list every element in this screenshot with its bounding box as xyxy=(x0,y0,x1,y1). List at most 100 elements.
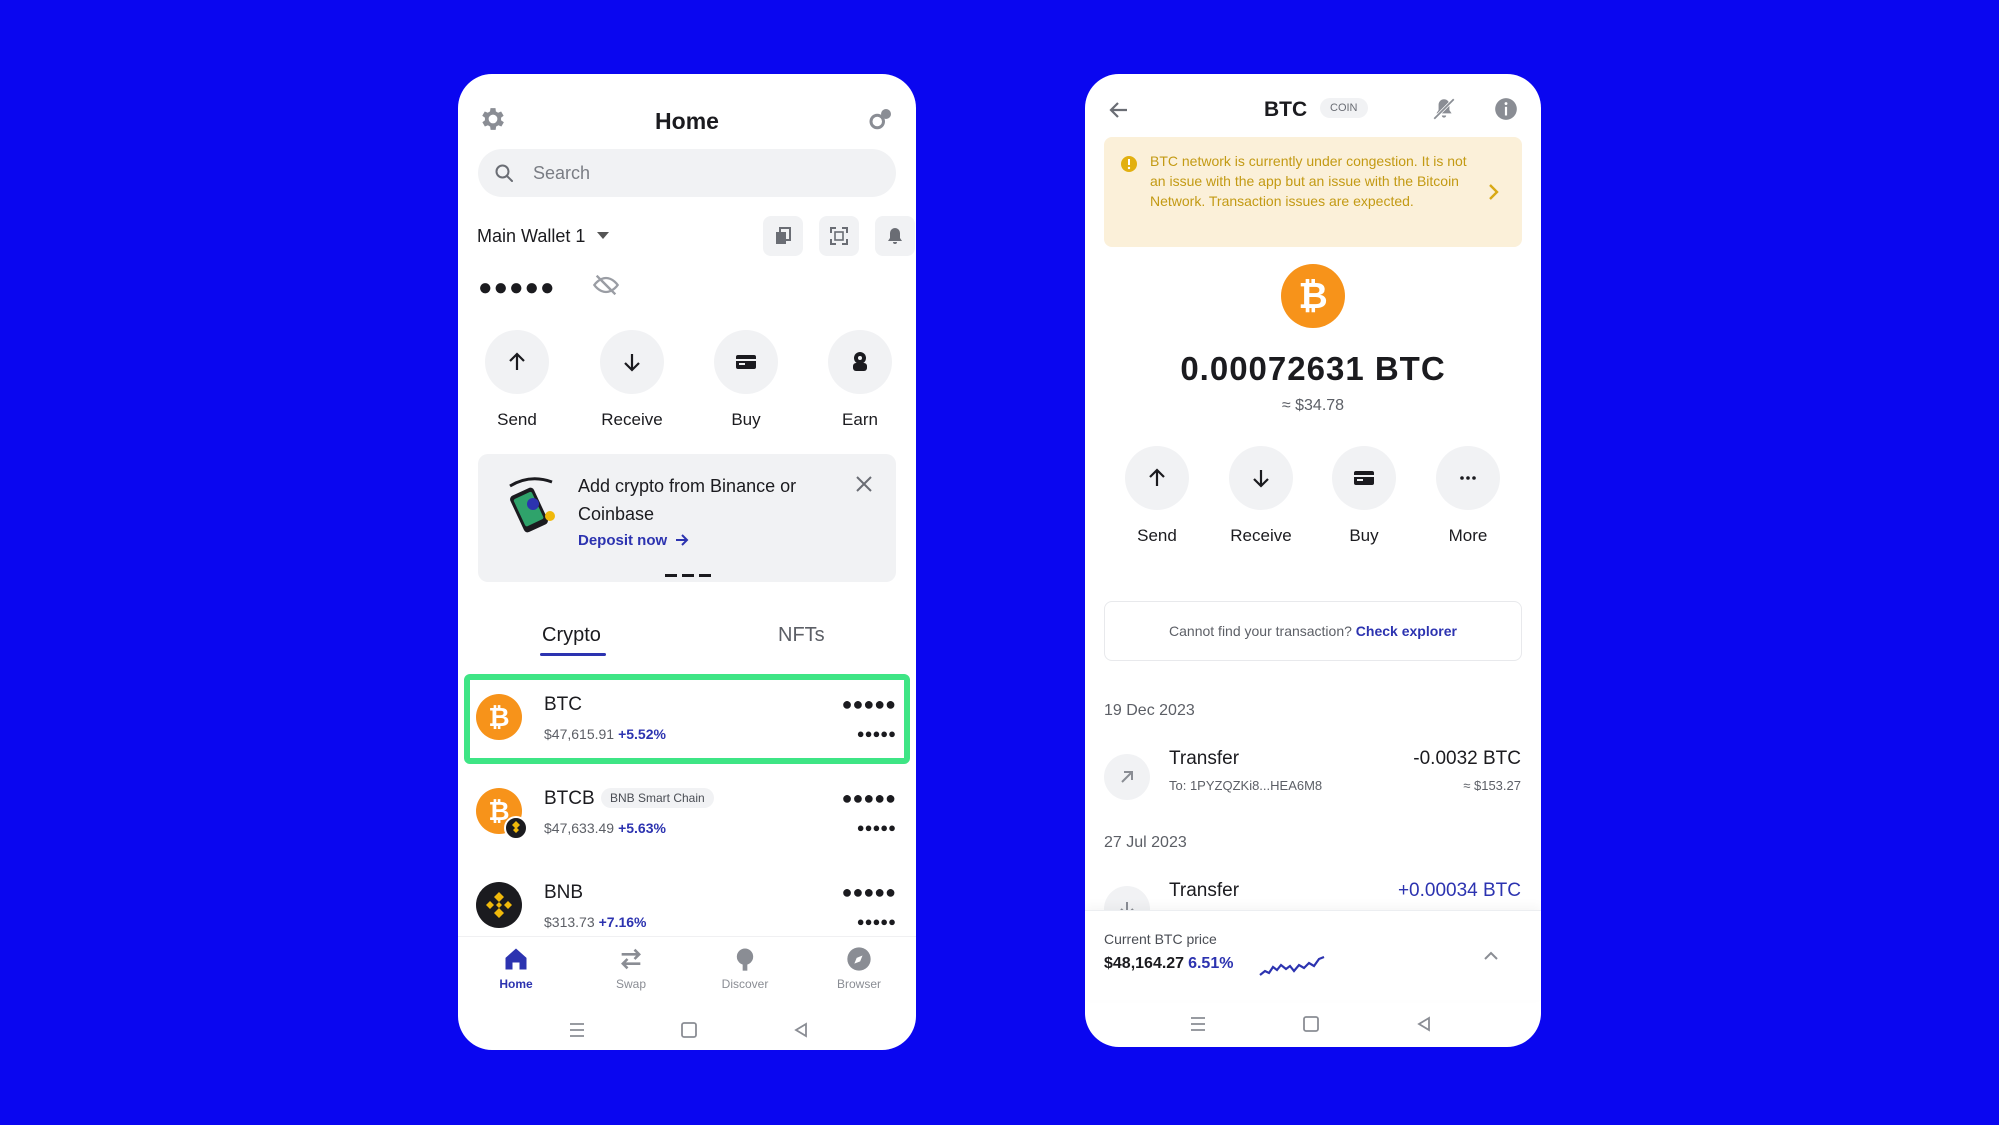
home-screen: Home Search Main Wallet 1 ●●●●● Send Rec… xyxy=(458,74,916,1050)
system-home-icon[interactable] xyxy=(680,1022,698,1038)
asset-change: +7.16% xyxy=(598,914,647,930)
send-button[interactable]: Send xyxy=(1112,446,1202,546)
receive-circle[interactable] xyxy=(1229,446,1293,510)
promo-banner[interactable]: Add crypto from Binance or Coinbase Depo… xyxy=(478,454,896,582)
system-back-icon[interactable] xyxy=(792,1022,810,1038)
buy-button[interactable]: Buy xyxy=(701,330,791,430)
arrow-down-icon xyxy=(624,354,640,372)
home-header: Home xyxy=(458,88,916,138)
arrow-up-right-icon xyxy=(1121,771,1133,783)
page-title: Home xyxy=(655,108,719,134)
asset-row-btcb[interactable]: ₿ BTCB BNB Smart Chain $47,633.49 +5.63% … xyxy=(458,768,916,854)
card-icon xyxy=(1354,471,1374,485)
search-icon xyxy=(495,164,513,182)
more-circle[interactable] xyxy=(1436,446,1500,510)
hidden-balance: ●●●●● xyxy=(478,274,556,301)
receive-button[interactable]: Receive xyxy=(1216,446,1306,546)
more-button[interactable]: More xyxy=(1423,446,1513,546)
asset-fiat: ●●●●● xyxy=(856,820,896,835)
alert-text: BTC network is currently under congestio… xyxy=(1150,153,1467,209)
discover-icon xyxy=(736,948,754,971)
eye-off-icon[interactable] xyxy=(592,271,620,299)
close-icon[interactable] xyxy=(854,474,874,494)
earn-label: Earn xyxy=(842,410,878,429)
asset-price: $313.73 xyxy=(544,914,595,930)
back-arrow-icon[interactable] xyxy=(1107,98,1131,122)
send-circle[interactable] xyxy=(485,330,549,394)
send-label: Send xyxy=(1137,526,1177,545)
nav-home[interactable]: Home xyxy=(476,945,556,991)
arrow-up-icon xyxy=(1149,468,1165,486)
send-button[interactable]: Send xyxy=(472,330,562,430)
bnb-icon xyxy=(476,882,522,928)
btc-fiat-value: ≈ $34.78 xyxy=(1281,397,1345,414)
btc-detail-screen: BTC COIN BTC network is currently under … xyxy=(1085,74,1541,1047)
buy-circle[interactable] xyxy=(714,330,778,394)
tx-address: To: 1PYZQZKi8...HEA6M8 xyxy=(1169,778,1323,793)
info-icon[interactable] xyxy=(1493,96,1519,122)
coin-badge: COIN xyxy=(1320,98,1368,118)
transaction-row[interactable]: Transfer To: 1PYZQZKi8...HEA6M8 -0.0032 … xyxy=(1085,748,1541,812)
search-input[interactable]: Search xyxy=(478,149,896,197)
tab-crypto[interactable]: Crypto xyxy=(542,624,601,647)
deposit-now-link[interactable]: Deposit now xyxy=(578,532,689,549)
system-home-icon[interactable] xyxy=(1302,1016,1320,1032)
asset-price: $47,633.49 xyxy=(544,820,615,836)
bitcoin-icon: ₿ xyxy=(1281,264,1345,328)
tx-fiat: ≈ $153.27 xyxy=(1463,778,1521,793)
recents-icon[interactable] xyxy=(1189,1016,1207,1032)
buy-circle[interactable] xyxy=(1332,446,1396,510)
tab-nfts[interactable]: NFTs xyxy=(778,624,825,647)
notifications-button[interactable] xyxy=(875,216,915,256)
promo-title: Add crypto from Binance or Coinbase xyxy=(578,476,797,524)
price-sparkline xyxy=(1259,955,1325,976)
copy-button[interactable] xyxy=(763,216,803,256)
wallet-selector[interactable]: Main Wallet 1 xyxy=(477,226,585,247)
walletconnect-icon[interactable] xyxy=(866,104,896,134)
recents-icon[interactable] xyxy=(568,1022,586,1038)
receive-button[interactable]: Receive xyxy=(587,330,677,430)
receive-label: Receive xyxy=(601,410,663,429)
tx-date: 27 Jul 2023 xyxy=(1104,834,1187,851)
receive-label: Receive xyxy=(1230,526,1292,545)
asset-fiat: ●●●●● xyxy=(856,914,896,929)
deposit-now-label: Deposit now xyxy=(578,532,668,549)
price-value: $48,164.27 xyxy=(1104,955,1185,972)
copy-icon xyxy=(776,227,791,244)
earn-circle[interactable] xyxy=(828,330,892,394)
nav-browser-label: Browser xyxy=(836,977,881,991)
nav-discover[interactable]: Discover xyxy=(705,945,785,991)
nav-browser[interactable]: Browser xyxy=(819,945,899,991)
asset-name: BNB xyxy=(544,882,584,903)
nav-home-label: Home xyxy=(499,977,533,991)
buy-label: Buy xyxy=(1349,526,1379,545)
asset-price-line: $313.73 +7.16% xyxy=(544,914,646,930)
tx-icon-wrap xyxy=(1104,754,1150,800)
bell-off-icon[interactable] xyxy=(1431,96,1457,122)
send-circle[interactable] xyxy=(1125,446,1189,510)
arrow-right-icon xyxy=(676,534,689,546)
chevron-down-icon[interactable] xyxy=(597,232,609,239)
network-congestion-alert[interactable]: BTC network is currently under congestio… xyxy=(1104,137,1522,247)
system-back-icon[interactable] xyxy=(1415,1016,1433,1032)
nav-swap[interactable]: Swap xyxy=(591,945,671,991)
check-explorer-link[interactable]: Check explorer xyxy=(1356,623,1457,639)
asset-tabs: Crypto NFTs xyxy=(458,610,916,660)
price-label: Current BTC price xyxy=(1104,931,1217,947)
chevron-right-icon xyxy=(1489,184,1499,200)
asset-balance: ●●●●● xyxy=(841,788,896,808)
chevron-up-icon[interactable] xyxy=(1483,949,1499,961)
buy-label: Buy xyxy=(731,410,761,429)
btc-balance: 0.00072631 BTC xyxy=(1180,350,1446,387)
promo-pager xyxy=(665,564,716,582)
scan-icon xyxy=(830,227,848,245)
home-icon xyxy=(505,948,527,970)
price-change: 6.51% xyxy=(1188,955,1234,972)
current-price-panel[interactable]: Current BTC price $48,164.27 6.51% xyxy=(1085,910,1541,1000)
system-nav-bar xyxy=(1085,1004,1541,1044)
earn-button[interactable]: Earn xyxy=(815,330,905,430)
scan-button[interactable] xyxy=(819,216,859,256)
price-line: $48,164.27 6.51% xyxy=(1104,955,1233,973)
receive-circle[interactable] xyxy=(600,330,664,394)
buy-button[interactable]: Buy xyxy=(1319,446,1409,546)
